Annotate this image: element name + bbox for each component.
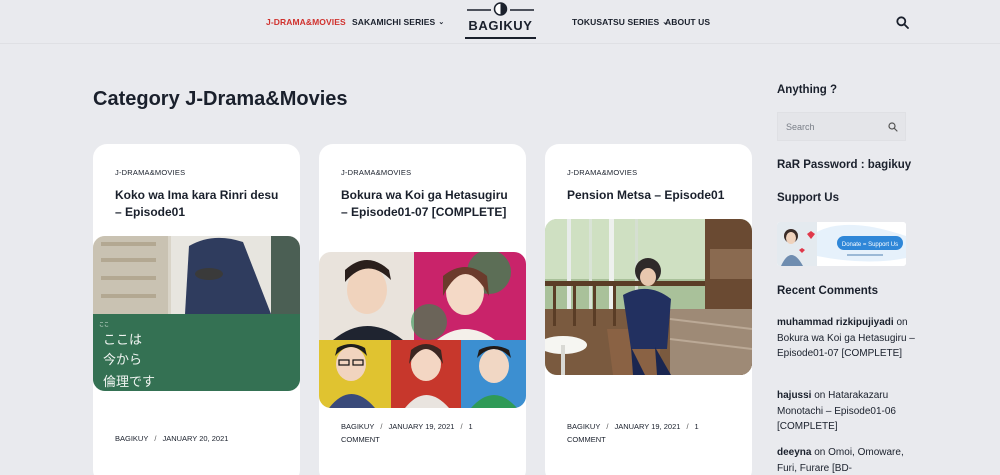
nav-item-label: TOKUSATSU SERIES (572, 17, 660, 27)
post-author-link[interactable]: BAGIKUY (567, 422, 600, 431)
post-date[interactable]: JANUARY 20, 2021 (162, 434, 228, 443)
sidebar-search-heading: Anything ? (777, 84, 838, 96)
recent-comment-item: hajussi on Hatarakazaru Monotachi – Epis… (777, 388, 917, 435)
post-meta: BAGIKUY / JANUARY 19, 2021/1 COMMENT (567, 420, 737, 446)
post-card[interactable]: J-DRAMA&MOVIES Bokura wa Koi ga Hetasugi… (319, 144, 526, 475)
post-title-link[interactable]: Koko wa Ima kara Rinri desu – Episode01 (115, 187, 285, 221)
comment-on-text: on (814, 447, 826, 458)
post-date[interactable]: JANUARY 19, 2021 (614, 422, 680, 431)
post-thumbnail[interactable] (319, 252, 526, 408)
comment-post-link[interactable]: Bokura wa Koi ga Hetasugiru – Episode01-… (777, 333, 915, 360)
recent-comment-item: deeyna on Omoi, Omoware, Furi, Furare [B… (777, 445, 917, 475)
post-category-link[interactable]: J-DRAMA&MOVIES (341, 168, 411, 177)
meta-separator: / (686, 422, 689, 431)
meta-separator: / (154, 434, 157, 443)
post-category-link[interactable]: J-DRAMA&MOVIES (567, 168, 637, 177)
meta-separator: / (606, 422, 609, 431)
logo-underline (465, 37, 536, 39)
post-thumbnail[interactable]: ここ ここは 今から 倫理です (93, 236, 300, 391)
recent-comment-item: muhammad rizkipujiyadi on Bokura wa Koi … (777, 315, 917, 362)
support-us-heading: Support Us (777, 192, 839, 204)
chevron-down-icon: ⌄ (438, 19, 445, 26)
meta-separator: / (380, 422, 383, 431)
search-icon[interactable] (896, 16, 909, 29)
meta-separator: / (460, 422, 463, 431)
post-date[interactable]: JANUARY 19, 2021 (388, 422, 454, 431)
nav-item-j-drama-movies[interactable]: J-DRAMA&MOVIES (266, 17, 346, 27)
comment-author-link[interactable]: muhammad rizkipujiyadi (777, 317, 894, 328)
thumbnail-text: 倫理です (103, 375, 155, 390)
post-thumbnail-image (319, 252, 526, 408)
rar-password-heading: RaR Password : bagikuy (777, 159, 912, 171)
site-logo[interactable]: BAGIKUY (465, 2, 536, 40)
recent-comments-heading: Recent Comments (777, 285, 878, 297)
page-title: Category J-Drama&Movies (93, 88, 348, 110)
nav-item-about-us[interactable]: ABOUT US (665, 17, 710, 27)
post-meta: BAGIKUY / JANUARY 20, 2021 (115, 432, 285, 445)
nav-item-sakamichi-series[interactable]: SAKAMICHI SERIES ⌄ (352, 17, 444, 27)
donate-banner[interactable]: Donate = Support Us (777, 222, 906, 266)
nav-item-label: SAKAMICHI SERIES (352, 17, 436, 27)
comment-on-text: on (896, 317, 908, 328)
sidebar-search-box (777, 112, 906, 141)
post-category-link[interactable]: J-DRAMA&MOVIES (115, 168, 185, 177)
post-thumbnail[interactable] (545, 219, 752, 375)
svg-text:ここ: ここ (99, 322, 109, 328)
post-thumbnail-image (545, 219, 752, 375)
search-input[interactable] (786, 120, 881, 134)
post-author-link[interactable]: BAGIKUY (341, 422, 374, 431)
comment-author-link[interactable]: hajussi (777, 390, 811, 401)
thumbnail-text: ここは (103, 333, 142, 348)
search-icon[interactable] (888, 122, 898, 132)
nav-item-label: ABOUT US (665, 17, 711, 27)
post-card[interactable]: J-DRAMA&MOVIES Koko wa Ima kara Rinri de… (93, 144, 300, 475)
post-title-link[interactable]: Pension Metsa – Episode01 (567, 187, 737, 204)
comment-author-link[interactable]: deeyna (777, 447, 811, 458)
donate-banner-image: Donate = Support Us (777, 222, 906, 266)
post-meta: BAGIKUY / JANUARY 19, 2021/1 COMMENT (341, 420, 511, 446)
logo-emblem-icon (467, 2, 534, 16)
logo-text: BAGIKUY (468, 18, 533, 33)
post-author-link[interactable]: BAGIKUY (115, 434, 148, 443)
post-card[interactable]: J-DRAMA&MOVIES Pension Metsa – Episode01 (545, 144, 752, 475)
comment-on-text: on (814, 390, 826, 401)
nav-item-label: J-DRAMA&MOVIES (266, 17, 346, 27)
nav-item-tokusatsu-series[interactable]: TOKUSATSU SERIES ⌄ (572, 17, 668, 27)
site-header: J-DRAMA&MOVIES SAKAMICHI SERIES ⌄ BAGIKUY… (0, 0, 1000, 44)
post-title-link[interactable]: Bokura wa Koi ga Hetasugiru – Episode01-… (341, 187, 511, 221)
donate-banner-text: Donate = Support Us (842, 242, 898, 248)
thumbnail-text: 今から (103, 352, 142, 368)
post-thumbnail-image: ここ ここは 今から 倫理です (93, 236, 300, 391)
